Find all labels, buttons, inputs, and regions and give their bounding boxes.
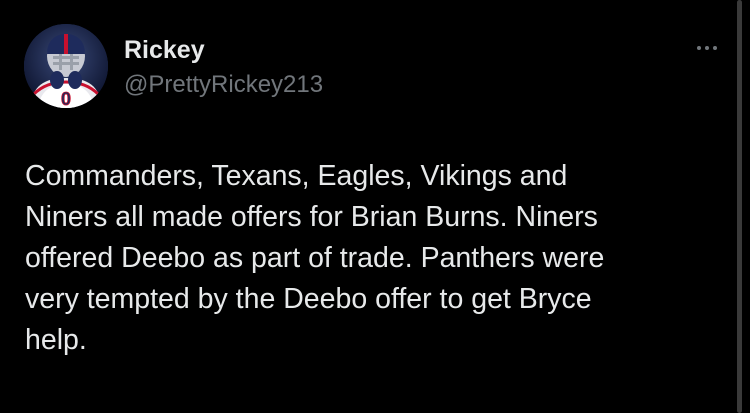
football-player-avatar-icon: 0: [24, 24, 108, 108]
more-options-button[interactable]: [690, 34, 724, 62]
avatar[interactable]: 0: [24, 24, 108, 108]
tweet-card: 0 Rickey @PrettyRickey213 Commanders, Te…: [0, 0, 750, 413]
more-horizontal-icon-dot: [713, 46, 717, 50]
display-name[interactable]: Rickey: [124, 35, 205, 65]
more-horizontal-icon: [697, 46, 701, 50]
user-handle[interactable]: @PrettyRickey213: [124, 70, 323, 100]
jersey-number: 0: [61, 89, 71, 108]
scrollbar-thumb[interactable]: [737, 0, 742, 413]
tweet-text: Commanders, Texans, Eagles, Vikings and …: [25, 160, 605, 356]
more-horizontal-icon-dot: [705, 46, 709, 50]
